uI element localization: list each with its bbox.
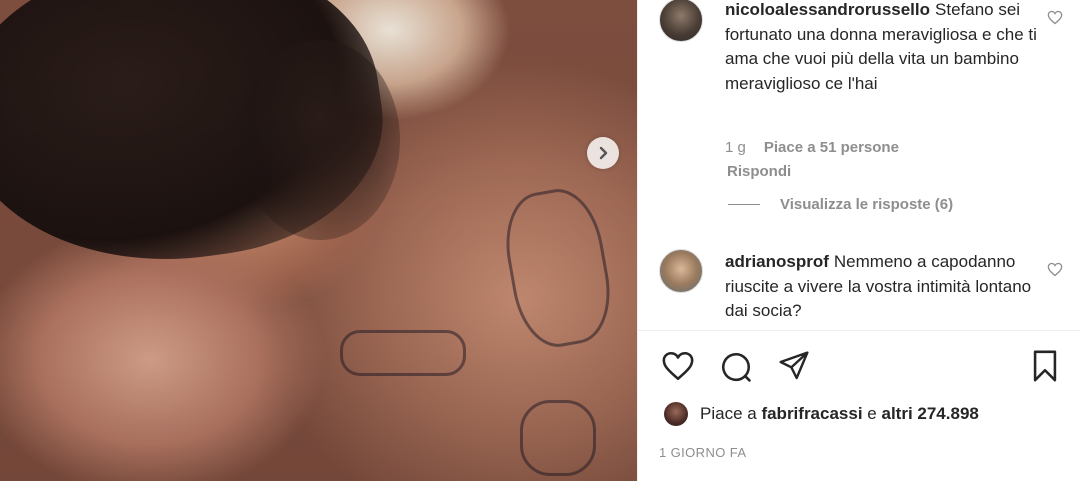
bookmark-icon[interactable]	[1030, 349, 1060, 383]
liker-username[interactable]: fabrifracassi	[761, 404, 862, 424]
view-replies-line	[728, 204, 760, 205]
comment-text: adrianosprof Nemmeno a capodanno riuscite…	[725, 250, 1055, 324]
likes-summary: Piace a fabrifracassi e altri 274.898	[664, 401, 979, 427]
reply-button[interactable]: Rispondi	[727, 163, 791, 180]
comment-text: nicoloalessandrorussello Stefano sei fort…	[725, 0, 1055, 96]
next-photo-button[interactable]	[587, 137, 619, 169]
comment-time: 1 g	[725, 139, 746, 156]
comment-icon[interactable]	[719, 350, 753, 384]
comment-like-heart-icon[interactable]	[1047, 262, 1063, 277]
comment-like-count[interactable]: Piace a 51 persone	[764, 139, 899, 156]
view-replies-button[interactable]: Visualizza le risposte (6)	[728, 196, 953, 213]
heart-icon[interactable]	[661, 350, 695, 382]
likes-others-link[interactable]: altri 274.898	[882, 404, 979, 424]
comment-username[interactable]: nicoloalessandrorussello	[725, 0, 930, 19]
comment-username[interactable]: adrianosprof	[725, 252, 829, 271]
post-photo[interactable]	[0, 0, 637, 481]
comment-meta: 1 g Piace a 51 persone	[725, 139, 899, 156]
likes-prefix: Piace a	[700, 404, 757, 423]
likes-conjunction: e	[867, 404, 877, 423]
avatar[interactable]	[659, 0, 703, 42]
paper-plane-icon[interactable]	[777, 350, 811, 382]
avatar[interactable]	[659, 249, 703, 293]
view-replies-label[interactable]: Visualizza le risposte (6)	[780, 196, 953, 213]
chevron-right-icon	[599, 146, 608, 160]
photo-shade	[0, 0, 637, 481]
comment-like-heart-icon[interactable]	[1047, 10, 1063, 25]
liker-avatar[interactable]	[664, 402, 688, 426]
section-divider	[637, 330, 1080, 331]
post-date[interactable]: 1 GIORNO FA	[659, 445, 746, 460]
